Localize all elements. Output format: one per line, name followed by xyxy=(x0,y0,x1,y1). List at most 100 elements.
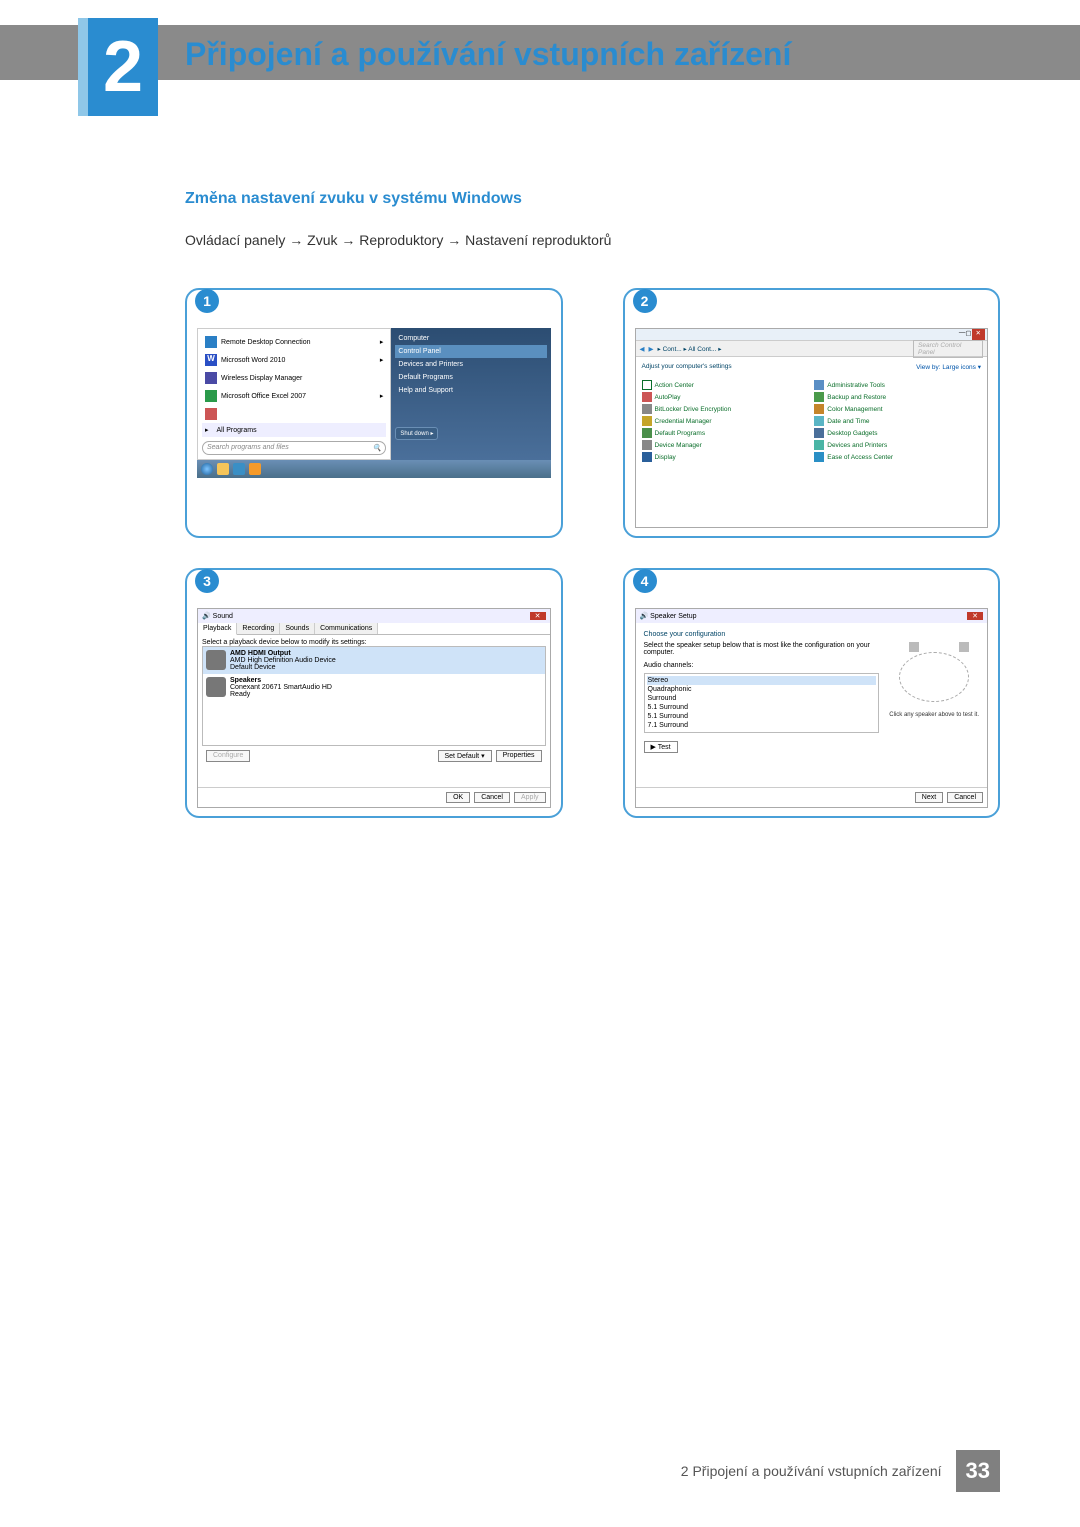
step-2-screenshot: —▢✕ ◀ ▶ ▸ Cont... ▸ All Cont... ▸ Search… xyxy=(635,328,989,528)
word-icon: W xyxy=(205,354,217,366)
step-3: 3 🔊 Sound✕ Playback Recording Sounds Com… xyxy=(185,568,563,818)
chapter-number: 2 xyxy=(103,26,143,108)
channel-option[interactable]: 5.1 Surround xyxy=(647,703,877,712)
start-right-link[interactable]: Computer xyxy=(395,332,546,345)
playback-device[interactable]: AMD HDMI OutputAMD High Definition Audio… xyxy=(203,647,545,674)
audio-channels-label: Audio channels: xyxy=(644,662,880,669)
excel-icon xyxy=(205,390,217,402)
cp-item[interactable]: Credential Manager xyxy=(642,416,809,426)
cp-item[interactable]: Devices and Printers xyxy=(814,440,981,450)
tab-communications[interactable]: Communications xyxy=(315,623,378,634)
start-menu-item[interactable]: WMicrosoft Word 2010▸ xyxy=(202,351,386,369)
start-right-link[interactable]: Help and Support xyxy=(395,384,546,397)
cp-item[interactable]: Default Programs xyxy=(642,428,809,438)
playback-device[interactable]: SpeakersConexant 20671 SmartAudio HDRead… xyxy=(203,674,545,701)
tab-recording[interactable]: Recording xyxy=(237,623,280,634)
speaker-diagram-icon[interactable] xyxy=(959,642,969,652)
page-footer: 2 Připojení a používání vstupních zaříze… xyxy=(681,1450,1000,1492)
all-programs[interactable]: ▸All Programs xyxy=(202,423,386,437)
cp-item[interactable]: Device Manager xyxy=(642,440,809,450)
start-right-link[interactable]: Default Programs xyxy=(395,371,546,384)
display-icon xyxy=(642,452,652,462)
defaultprog-icon xyxy=(642,428,652,438)
ok-button[interactable]: OK xyxy=(446,792,470,803)
cp-item[interactable]: Administrative Tools xyxy=(814,380,981,390)
bitlocker-icon xyxy=(642,404,652,414)
step-number-badge: 2 xyxy=(633,289,657,313)
settings-breadcrumb: Ovládací panely → Zvuk → Reproduktory → … xyxy=(185,232,1000,248)
close-icon[interactable]: ✕ xyxy=(972,329,985,340)
channel-option[interactable]: Surround xyxy=(647,694,877,703)
start-menu-item[interactable]: Wireless Display Manager xyxy=(202,369,386,387)
tab-sounds[interactable]: Sounds xyxy=(280,623,315,634)
channel-option[interactable]: 7.1 Surround xyxy=(647,721,877,730)
search-icon: 🔍 xyxy=(373,444,382,452)
cp-item[interactable]: Desktop Gadgets xyxy=(814,428,981,438)
speaker-setup-icon: 🔊 xyxy=(640,613,649,620)
flag-icon xyxy=(642,380,652,390)
channel-option[interactable]: Quadraphonic xyxy=(647,685,877,694)
nav-back-icon[interactable]: ◀ xyxy=(640,345,645,353)
cp-item[interactable]: Action Center xyxy=(642,380,809,390)
cp-search[interactable]: Search Control Panel xyxy=(913,340,983,358)
next-button[interactable]: Next xyxy=(915,792,943,803)
cp-item[interactable]: Ease of Access Center xyxy=(814,452,981,462)
close-icon[interactable]: ✕ xyxy=(967,612,983,620)
start-menu-item[interactable] xyxy=(202,405,386,423)
ease-icon xyxy=(814,452,824,462)
properties-button[interactable]: Properties xyxy=(496,750,542,762)
start-orb-icon[interactable] xyxy=(201,463,213,475)
step-3-screenshot: 🔊 Sound✕ Playback Recording Sounds Commu… xyxy=(197,608,551,808)
cp-item[interactable]: Display xyxy=(642,452,809,462)
cp-breadcrumb[interactable]: ▸ Cont... ▸ All Cont... ▸ xyxy=(658,345,722,353)
gadgets-icon xyxy=(814,428,824,438)
step-1-screenshot: Remote Desktop Connection▸ WMicrosoft Wo… xyxy=(197,328,551,528)
cp-adjust-label: Adjust your computer's settings xyxy=(642,363,732,370)
test-button[interactable]: ▶ Test xyxy=(644,741,678,753)
step-number-badge: 3 xyxy=(195,569,219,593)
explorer-icon[interactable] xyxy=(217,463,229,475)
tab-playback[interactable]: Playback xyxy=(198,623,237,635)
chapter-title: Připojení a používání vstupních zařízení xyxy=(185,36,791,73)
app-icon xyxy=(205,336,217,348)
footer-text: 2 Připojení a používání vstupních zaříze… xyxy=(681,1463,956,1479)
color-icon xyxy=(814,404,824,414)
close-icon[interactable]: ✕ xyxy=(530,612,546,620)
start-menu-item[interactable]: Microsoft Office Excel 2007▸ xyxy=(202,387,386,405)
channel-option[interactable]: 5.1 Surround xyxy=(647,712,877,721)
nav-fwd-icon[interactable]: ▶ xyxy=(649,345,654,353)
configure-button[interactable]: Configure xyxy=(206,750,250,762)
cp-viewby[interactable]: View by: Large icons ▾ xyxy=(916,363,981,374)
devices-icon xyxy=(814,440,824,450)
cancel-button[interactable]: Cancel xyxy=(474,792,510,803)
cp-item[interactable]: Color Management xyxy=(814,404,981,414)
app-icon xyxy=(205,408,217,420)
cancel-button[interactable]: Cancel xyxy=(947,792,983,803)
cp-item[interactable]: Backup and Restore xyxy=(814,392,981,402)
channel-option[interactable]: Stereo xyxy=(647,676,877,685)
speaker-config-instr: Select the speaker setup below that is m… xyxy=(644,642,880,656)
setdefault-button[interactable]: Set Default ▾ xyxy=(438,750,492,762)
speaker-icon xyxy=(206,650,226,670)
apply-button[interactable]: Apply xyxy=(514,792,546,803)
datetime-icon xyxy=(814,416,824,426)
shutdown-button[interactable]: Shut down ▸ xyxy=(395,427,438,440)
speaker-diagram-icon[interactable] xyxy=(909,642,919,652)
sound-icon: 🔊 xyxy=(202,613,211,620)
step-2: 2 —▢✕ ◀ ▶ ▸ Cont... ▸ All Cont... ▸ Sear… xyxy=(623,288,1001,538)
cp-item[interactable]: BitLocker Drive Encryption xyxy=(642,404,809,414)
step-number-badge: 4 xyxy=(633,569,657,593)
start-right-link-control-panel[interactable]: Control Panel xyxy=(395,345,546,358)
cp-item[interactable]: AutoPlay xyxy=(642,392,809,402)
start-search[interactable]: Search programs and files🔍 xyxy=(202,441,386,455)
audio-channels-list[interactable]: Stereo Quadraphonic Surround 5.1 Surroun… xyxy=(644,673,880,733)
media-icon[interactable] xyxy=(249,463,261,475)
ie-icon[interactable] xyxy=(233,463,245,475)
section-heading: Změna nastavení zvuku v systému Windows xyxy=(185,190,1000,208)
speaker-test-hint: Click any speaker above to test it. xyxy=(889,712,979,718)
speaker-icon xyxy=(206,677,226,697)
cp-item[interactable]: Date and Time xyxy=(814,416,981,426)
step-4: 4 🔊 Speaker Setup✕ Choose your configura… xyxy=(623,568,1001,818)
start-menu-item[interactable]: Remote Desktop Connection▸ xyxy=(202,333,386,351)
start-right-link[interactable]: Devices and Printers xyxy=(395,358,546,371)
